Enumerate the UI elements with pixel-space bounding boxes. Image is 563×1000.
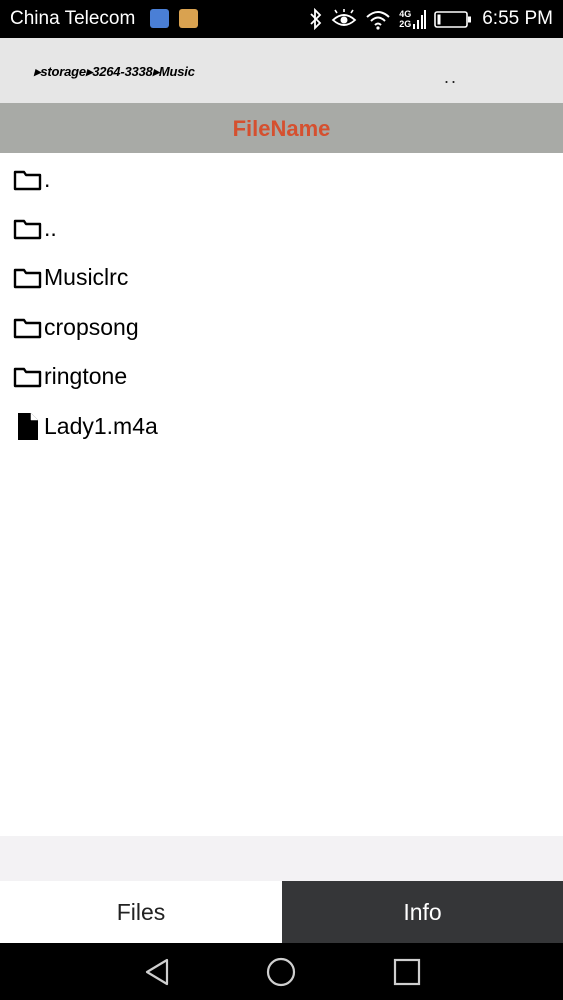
network-type: 4G 2G: [399, 9, 411, 29]
file-name: ringtone: [44, 363, 128, 389]
file-row[interactable]: Musiclrc: [0, 253, 563, 302]
status-bar: China Telecom 4G 2G 6:55 PM: [0, 0, 563, 38]
parent-folder-button[interactable]: ..: [436, 62, 466, 92]
file-row[interactable]: .: [0, 155, 563, 204]
file-row[interactable]: ringtone: [0, 352, 563, 401]
file-name: Musiclrc: [44, 264, 129, 290]
column-header-title: FileName: [232, 116, 331, 141]
file-row[interactable]: ..: [0, 204, 563, 253]
eye-comfort-icon: [331, 9, 357, 26]
file-name: ..: [44, 215, 57, 241]
folder-icon: [13, 268, 42, 289]
network-type-top: 4G: [399, 9, 412, 19]
home-icon[interactable]: [264, 955, 298, 989]
clock: 6:55 PM: [482, 8, 553, 29]
file-list: . .. Musiclrc cropsong ringtone Lady1.m4…: [0, 153, 563, 836]
folder-icon: [13, 367, 42, 388]
file-name: Lady1.m4a: [44, 413, 158, 439]
carrier-name: China Telecom: [10, 8, 136, 29]
status-icons: 4G 2G 6:55 PM: [309, 0, 553, 38]
list-footer-spacer: [0, 836, 563, 881]
tab-info[interactable]: Info: [282, 881, 563, 943]
file-icon: [18, 413, 38, 440]
health-notification-icon: [150, 9, 169, 28]
signal-icon: [413, 10, 427, 29]
file-row[interactable]: cropsong: [0, 303, 563, 352]
tab-files[interactable]: Files: [0, 881, 282, 943]
file-row[interactable]: Lady1.m4a: [0, 402, 563, 451]
column-header: FileName: [0, 103, 563, 153]
folder-icon: [13, 318, 42, 339]
folder-icon: [13, 219, 42, 240]
app-notification-icon: [179, 9, 198, 28]
file-name: cropsong: [44, 314, 139, 340]
back-icon[interactable]: [140, 955, 174, 989]
screen: China Telecom 4G 2G 6:55 PM ▸storage▸326…: [0, 0, 563, 1000]
navigation-bar: [0, 943, 563, 1000]
bluetooth-icon: [310, 8, 322, 30]
battery-icon: [434, 11, 472, 28]
recent-apps-icon[interactable]: [390, 955, 424, 989]
folder-icon: [13, 170, 42, 191]
network-type-bottom: 2G: [399, 19, 412, 29]
wifi-icon: [366, 11, 390, 30]
breadcrumb[interactable]: ▸storage▸3264-3338▸Music: [34, 64, 195, 80]
file-name: .: [44, 166, 51, 192]
path-bar: ▸storage▸3264-3338▸Music ..: [0, 38, 563, 103]
